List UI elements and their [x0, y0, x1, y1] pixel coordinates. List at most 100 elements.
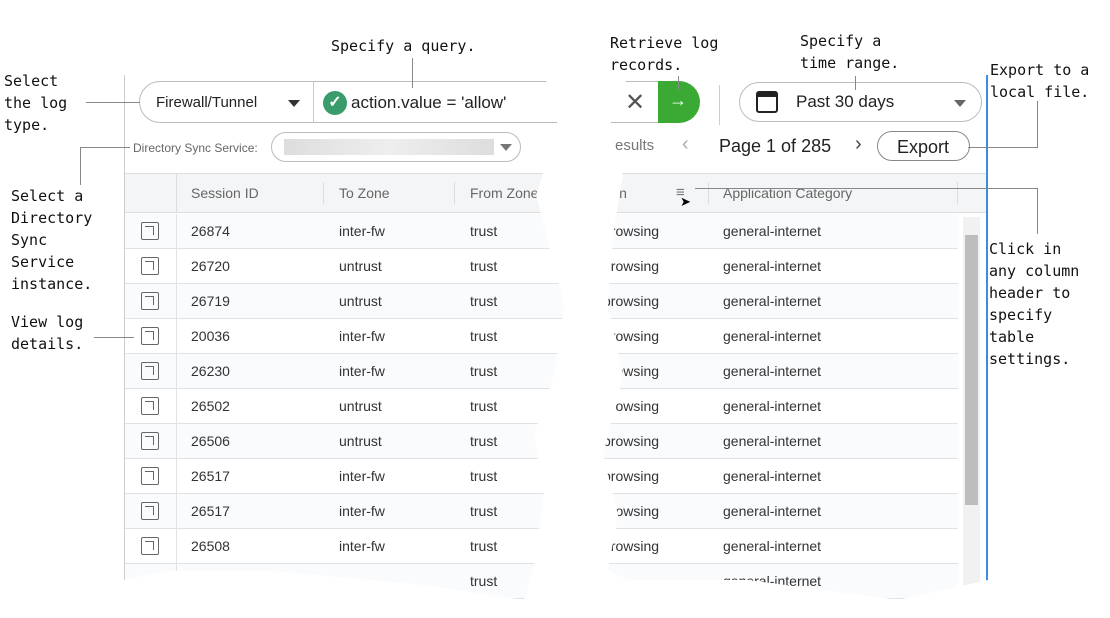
table-row[interactable]: 26720 untrust trust [125, 249, 564, 284]
table-row[interactable]: browsing general-internet [603, 494, 958, 529]
next-page-icon[interactable]: › [855, 133, 862, 156]
table-row[interactable]: 26508 inter-fw trust [125, 529, 564, 564]
log-type-select[interactable]: Firewall/Tunnel [139, 81, 314, 123]
view-details-icon[interactable] [141, 502, 159, 520]
cell-app-category: general-internet [723, 328, 822, 344]
directory-select[interactable] [271, 132, 521, 162]
directory-label: Directory Sync Service: [133, 141, 258, 155]
cell-session-id: 26506 [191, 433, 230, 449]
view-details-icon[interactable] [141, 257, 159, 275]
view-details-icon[interactable] [141, 467, 159, 485]
view-details-icon[interactable] [141, 327, 159, 345]
scrollbar-thumb[interactable] [965, 235, 978, 505]
table-row[interactable]: browsing general-internet [603, 529, 958, 564]
table-row[interactable]: browsing general-internet [603, 249, 958, 284]
table-row[interactable]: 20036 inter-fw trust [125, 319, 564, 354]
annotation-retrieve: Retrieve log records. [610, 34, 719, 74]
view-details-icon[interactable] [141, 432, 159, 450]
cell-to-zone: inter-fw [339, 328, 385, 344]
chevron-down-icon [500, 144, 512, 151]
view-details-icon[interactable] [141, 292, 159, 310]
header-from-zone[interactable]: From Zone [470, 185, 538, 201]
annotation-export: Export to a local file. [990, 61, 1090, 101]
annotation-column-header: Click in any column header to specify ta… [989, 240, 1080, 368]
cell-from-zone: trust [470, 573, 498, 589]
cell-to-zone: inter-fw [339, 363, 385, 379]
retrieve-button[interactable]: → [658, 81, 700, 123]
table-row[interactable]: 26502 untrust trust [125, 389, 564, 424]
cell-action: browsing [603, 468, 660, 484]
cell-from-zone: trust [470, 398, 498, 414]
scrollbar[interactable] [963, 217, 980, 597]
cell-from-zone: trust [470, 328, 498, 344]
cell-action: browsing [603, 293, 660, 309]
directory-value-blurred [284, 139, 494, 155]
query-text: action.value = 'allow' [351, 93, 507, 112]
cell-from-zone: trust [470, 503, 498, 519]
table-row[interactable]: 26517 inter-fw trust [125, 459, 564, 494]
prev-page-icon[interactable]: ‹ [682, 133, 689, 156]
table-row[interactable]: 26719 untrust trust [125, 284, 564, 319]
table-row[interactable]: 26517 inter-fw trust [125, 494, 564, 529]
cell-from-zone: trust [470, 223, 498, 239]
cell-app-category: general-internet [723, 258, 822, 274]
cell-from-zone: trust [470, 293, 498, 309]
cell-session-id: 26508 [191, 538, 230, 554]
table-row[interactable]: 26230 inter-fw trust [125, 354, 564, 389]
annotation-directory: Select a Directory Sync Service instance… [11, 187, 93, 293]
time-range-value: Past 30 days [796, 92, 895, 111]
cell-action: browsing [603, 363, 660, 379]
cell-to-zone: inter-fw [339, 468, 385, 484]
view-details-icon[interactable] [141, 397, 159, 415]
cell-from-zone: trust [470, 468, 498, 484]
cell-action: browsing [603, 258, 660, 274]
cell-app-category: general-internet [723, 573, 822, 589]
cell-app-category: general-internet [723, 538, 822, 554]
header-to-zone[interactable]: To Zone [339, 185, 390, 201]
table-row[interactable]: browsing general-internet [603, 424, 958, 459]
export-button[interactable]: Export [877, 131, 970, 161]
header-action[interactable]: Action [603, 185, 627, 201]
view-details-icon[interactable] [141, 222, 159, 240]
cell-action: browsing [603, 503, 660, 519]
table-row[interactable]: 26506 untrust trust [125, 424, 564, 459]
cell-session-id: 26517 [191, 468, 230, 484]
cell-to-zone: inter-fw [339, 538, 385, 554]
cell-session-id: 26874 [191, 223, 230, 239]
table-row[interactable]: browsing general-internet [603, 214, 958, 249]
log-viewer-right: ✕ → Past 30 days results ‹ Page 1 of 285… [603, 75, 988, 600]
close-icon: ✕ [625, 89, 646, 116]
table-row[interactable]: general-internet [603, 564, 958, 599]
cell-from-zone: trust [470, 538, 498, 554]
table-row[interactable]: trust [125, 564, 564, 599]
cell-from-zone: trust [470, 433, 498, 449]
cell-to-zone: untrust [339, 433, 382, 449]
view-details-icon[interactable] [141, 362, 159, 380]
log-type-value: Firewall/Tunnel [156, 94, 258, 111]
table-header[interactable]: Action ≡ ➤ Application Category [603, 173, 986, 213]
header-session-id[interactable]: Session ID [191, 185, 259, 201]
cell-session-id: 26517 [191, 503, 230, 519]
cell-app-category: general-internet [723, 398, 822, 414]
cell-session-id: 26720 [191, 258, 230, 274]
clear-query-button[interactable]: ✕ [603, 81, 658, 123]
cursor-icon: ➤ [680, 194, 691, 209]
table-row[interactable]: browsing general-internet [603, 354, 958, 389]
chevron-down-icon [954, 100, 966, 107]
arrow-right-icon: → [669, 90, 687, 110]
table-row[interactable]: browsing general-internet [603, 319, 958, 354]
cell-app-category: general-internet [723, 363, 822, 379]
table-row[interactable]: browsing general-internet [603, 284, 958, 319]
cell-action: browsing [603, 398, 660, 414]
valid-check-icon: ✓ [323, 91, 347, 115]
view-details-icon[interactable] [141, 537, 159, 555]
table-row[interactable]: browsing general-internet [603, 389, 958, 424]
results-count: results [610, 137, 655, 154]
table-row[interactable]: 26874 inter-fw trust [125, 214, 564, 249]
query-input[interactable]: ✓ action.value = 'allow' [313, 81, 564, 123]
cell-app-category: general-internet [723, 468, 822, 484]
cell-action: browsing [603, 538, 660, 554]
table-row[interactable]: browsing general-internet [603, 459, 958, 494]
time-range-select[interactable]: Past 30 days [739, 82, 982, 122]
table-header[interactable]: Session ID To Zone From Zone [125, 173, 564, 213]
